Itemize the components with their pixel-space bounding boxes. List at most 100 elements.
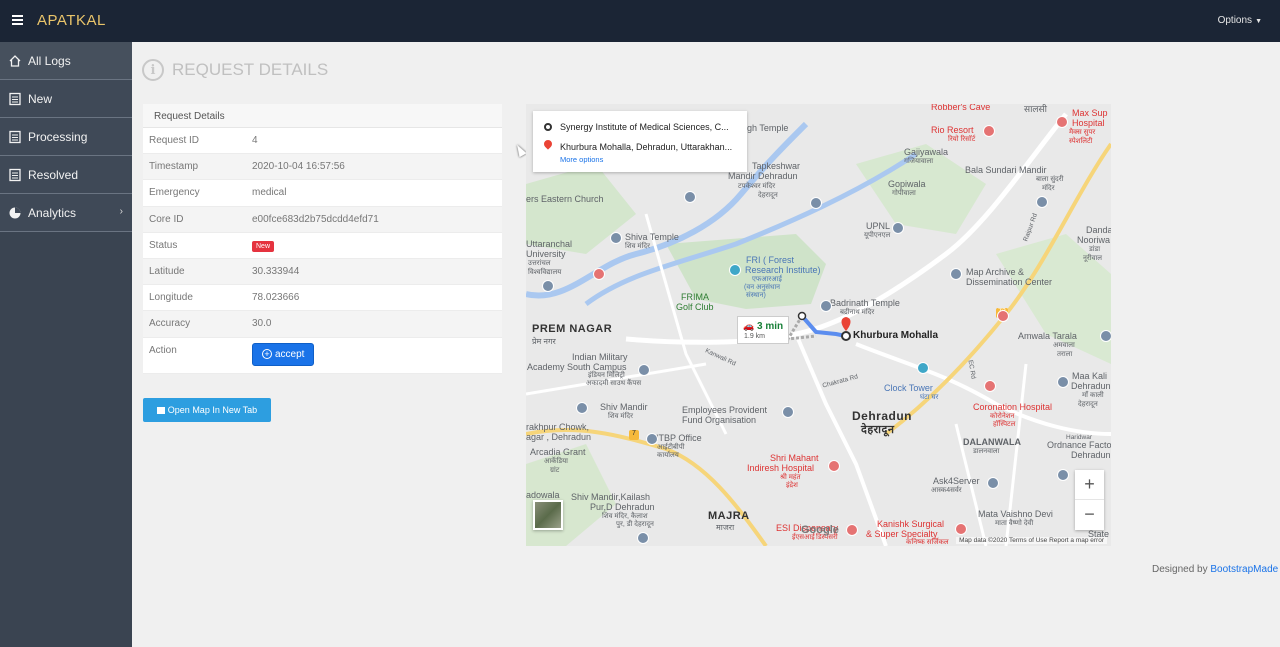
document-icon bbox=[9, 130, 21, 143]
sidebar-item-analytics[interactable]: Analytics › bbox=[0, 194, 132, 232]
map-label: ers Eastern Church bbox=[526, 194, 604, 204]
map-poi-icon bbox=[950, 268, 962, 280]
sidebar-item-label: Resolved bbox=[28, 167, 79, 182]
google-logo: Google bbox=[801, 524, 839, 536]
map-attribution[interactable]: Map data ©2020 Terms of Use Report a map… bbox=[956, 537, 1107, 544]
origin-label: Synergy Institute of Medical Sciences, C… bbox=[560, 122, 729, 132]
map-label: Mandir Dehradun bbox=[728, 171, 798, 181]
route-time-badge[interactable]: 🚗 3 min 1.9 km bbox=[737, 316, 789, 344]
detail-value: 78.023666 bbox=[252, 292, 300, 304]
map-label: विश्वविद्यालय bbox=[528, 269, 562, 276]
map-label: Amwala Tarala bbox=[1018, 331, 1077, 341]
sidebar-item-resolved[interactable]: Resolved bbox=[0, 156, 132, 194]
map-label: Kanishk Surgical bbox=[877, 519, 945, 529]
map-label: देहरादून bbox=[861, 424, 895, 436]
map-label: आस्क4सर्वर bbox=[931, 487, 962, 494]
detail-row-accuracy: Accuracy 30.0 bbox=[143, 311, 502, 338]
sidebar-item-new[interactable]: New bbox=[0, 80, 132, 118]
satellite-toggle[interactable] bbox=[533, 500, 563, 530]
map-label: rakhpur Chowk, bbox=[526, 422, 590, 432]
map-label: Map Archive & bbox=[966, 267, 1025, 277]
detail-row-action: Action + accept bbox=[143, 338, 502, 374]
map-label: Hospital bbox=[1072, 118, 1105, 128]
map-label: FRI ( Forest bbox=[746, 255, 795, 265]
map-label: अमवाला bbox=[1053, 342, 1075, 349]
map-poi-icon bbox=[638, 364, 650, 376]
open-map-label: Open Map In New Tab bbox=[167, 405, 258, 415]
map-label: Dehradun bbox=[1071, 450, 1111, 460]
map-label: शिव मंदिर bbox=[608, 413, 633, 420]
app-brand[interactable]: APATKAL bbox=[37, 12, 106, 29]
detail-label: Longitude bbox=[149, 292, 193, 304]
sidebar-item-label: Analytics bbox=[28, 205, 77, 220]
detail-row-core-id: Core ID e00fce683d2b75dcdd4efd71 bbox=[143, 206, 502, 233]
sidebar-item-all-logs[interactable]: All Logs bbox=[0, 42, 132, 80]
map-label: Gajiyawala bbox=[904, 147, 949, 157]
map-poi-icon bbox=[820, 300, 832, 312]
map-label: Fund Organisation bbox=[682, 415, 757, 425]
destination-pin-icon bbox=[542, 138, 554, 150]
map-poi-icon bbox=[782, 406, 794, 418]
menu-icon[interactable] bbox=[12, 15, 23, 25]
map-poi-icon bbox=[810, 197, 822, 209]
map-label: Dehradun bbox=[1071, 381, 1111, 391]
map-label: University bbox=[526, 249, 566, 259]
map-poi-icon bbox=[983, 125, 995, 137]
accept-button[interactable]: + accept bbox=[252, 342, 315, 366]
map-label: Dehradun bbox=[852, 409, 913, 423]
sidebar: All Logs New Processing Resolved Analyti… bbox=[0, 42, 132, 647]
map-label: Coronation Hospital bbox=[973, 402, 1053, 412]
map-label: ग्रांट bbox=[550, 467, 560, 474]
map-label: Shiva Temple bbox=[625, 232, 679, 242]
detail-value: 2020-10-04 16:57:56 bbox=[252, 161, 345, 173]
open-map-button[interactable]: Open Map In New Tab bbox=[143, 398, 271, 422]
map-label: बद्रीनाथ मंदिर bbox=[840, 309, 875, 316]
map-label: Indian Military bbox=[572, 352, 628, 362]
map-label: Clock Tower bbox=[884, 383, 933, 393]
map-icon bbox=[156, 406, 165, 414]
footer-link[interactable]: BootstrapMade bbox=[1210, 564, 1278, 575]
request-details-card: Request Details Request ID 4 Timestamp 2… bbox=[143, 104, 502, 374]
directions-panel[interactable]: Synergy Institute of Medical Sciences, C… bbox=[533, 111, 747, 172]
detail-value: e00fce683d2b75dcdd4efd71 bbox=[252, 213, 379, 225]
map-label: डालनवाला bbox=[973, 448, 1000, 455]
map-poi-icon bbox=[1057, 376, 1069, 388]
map-embed[interactable]: Synergy Institute of Medical Sciences, C… bbox=[526, 104, 1111, 546]
map-label: पुर, डी देहरादून bbox=[616, 521, 654, 528]
document-icon bbox=[9, 92, 21, 105]
map-poi-icon bbox=[646, 433, 658, 445]
hospital-pin-icon bbox=[593, 268, 605, 280]
map-poi-icon bbox=[684, 191, 696, 203]
footer-credit: Designed by BootstrapMade bbox=[1152, 564, 1278, 575]
card-heading: Request Details bbox=[143, 104, 502, 128]
accept-label: accept bbox=[275, 348, 305, 360]
page-title-text: REQUEST DETAILS bbox=[172, 60, 329, 79]
top-navbar: APATKAL Options ▼ bbox=[0, 0, 1280, 42]
more-options-link[interactable]: More options bbox=[560, 155, 603, 164]
destination-marker-label: Khurbura Mohalla bbox=[853, 330, 939, 341]
detail-row-latitude: Latitude 30.333944 bbox=[143, 258, 502, 286]
sidebar-item-processing[interactable]: Processing bbox=[0, 118, 132, 156]
detail-value: medical bbox=[252, 187, 287, 199]
map-label: Golf Club bbox=[676, 302, 714, 312]
destination-label: Khurbura Mohalla, Dehradun, Uttarakhan..… bbox=[560, 142, 733, 152]
map-label: FRIMA bbox=[681, 292, 709, 302]
options-dropdown[interactable]: Options ▼ bbox=[1218, 15, 1262, 26]
map-label: Badrinath Temple bbox=[830, 298, 900, 308]
road-label: Haridwar bbox=[1066, 434, 1093, 441]
map-label: आर्केडिया bbox=[544, 458, 568, 465]
map-label: नूरीवाल bbox=[1083, 255, 1103, 262]
map-label: मंदिर bbox=[1042, 185, 1055, 192]
map-label: Danda bbox=[1086, 225, 1111, 235]
map-label: घंटा घर bbox=[920, 394, 939, 401]
map-label: MAJRA bbox=[708, 510, 750, 522]
zoom-in-button[interactable]: + bbox=[1075, 470, 1104, 500]
detail-row-emergency: Emergency medical bbox=[143, 180, 502, 207]
map-label: Arcadia Grant bbox=[530, 447, 586, 457]
map-label: Rio Resort bbox=[931, 125, 974, 135]
sidebar-item-label: All Logs bbox=[28, 53, 71, 68]
map-label: Maa Kali bbox=[1072, 371, 1108, 381]
zoom-out-button[interactable]: − bbox=[1075, 500, 1104, 530]
map-label: हॉस्पिटल bbox=[993, 421, 1016, 428]
map-label: Shiv Mandir bbox=[600, 402, 648, 412]
